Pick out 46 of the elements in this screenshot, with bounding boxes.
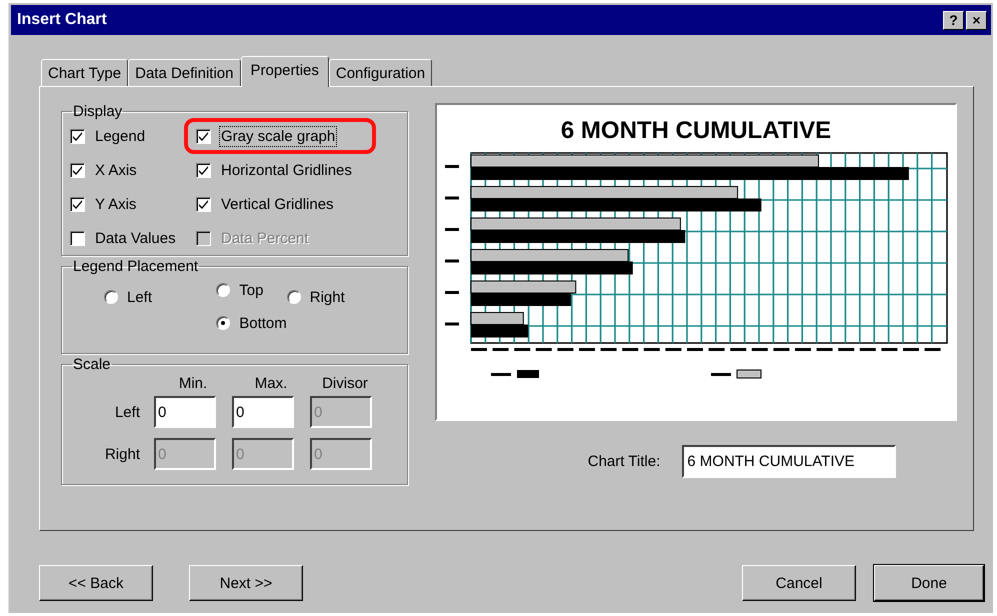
back-button[interactable]: << Back — [39, 565, 153, 601]
checkbox[interactable] — [70, 163, 85, 178]
checkbox[interactable] — [70, 129, 85, 144]
group-title: Legend Placement — [72, 258, 200, 275]
close-button[interactable]: × — [966, 10, 987, 30]
tab[interactable]: Configuration — [328, 59, 432, 86]
checkbox-label[interactable]: Gray scale graph — [219, 126, 338, 147]
checkbox-label[interactable]: Vertical Gridlines — [219, 194, 336, 215]
checkbox-label[interactable]: Legend — [93, 126, 148, 147]
checkbox-label[interactable]: Data Values — [93, 228, 178, 249]
row-label: Left — [114, 404, 141, 420]
input-field[interactable]: 0 — [232, 396, 294, 428]
done-button[interactable]: Done — [874, 565, 984, 601]
input-field[interactable]: 0 — [154, 396, 216, 428]
window-title: Insert Chart — [17, 11, 107, 29]
checkbox[interactable] — [70, 197, 85, 212]
cancel-button[interactable]: Cancel — [742, 565, 856, 601]
radio-button[interactable] — [216, 316, 230, 330]
checkbox[interactable] — [196, 197, 211, 212]
column-header: Divisor — [321, 375, 369, 392]
row-label: Right — [104, 446, 141, 462]
radio-label[interactable]: Top — [239, 282, 264, 298]
tab[interactable]: Chart Type — [41, 59, 128, 86]
radio-label[interactable]: Left — [127, 288, 152, 306]
help-button[interactable]: ? — [943, 10, 964, 30]
checkbox-label[interactable]: Horizontal Gridlines — [219, 160, 354, 181]
tab[interactable]: Data Definition — [128, 59, 240, 86]
radio-label[interactable]: Bottom — [239, 314, 287, 332]
radio-button[interactable] — [104, 290, 118, 304]
next-button[interactable]: Next >> — [189, 565, 303, 601]
radio-button[interactable] — [286, 290, 301, 304]
checkbox[interactable] — [70, 231, 85, 246]
checkbox[interactable] — [196, 163, 211, 178]
radio-label[interactable]: Right — [310, 288, 345, 306]
checkbox-label[interactable]: X Axis — [93, 160, 139, 181]
chart-title-field[interactable]: 6 MONTH CUMULATIVE — [682, 445, 896, 478]
group-title: Scale — [72, 356, 112, 373]
checkbox-label[interactable]: Y Axis — [93, 194, 138, 215]
group-title: Display — [72, 103, 124, 120]
checkbox[interactable] — [196, 129, 211, 144]
column-header: Max. — [254, 375, 288, 392]
column-header: Min. — [178, 375, 208, 392]
tab[interactable]: Properties — [240, 56, 329, 87]
chart-heading: 6 MONTH CUMULATIVE — [560, 117, 832, 145]
chart-title-label: Chart Title: — [588, 453, 660, 470]
radio-button[interactable] — [216, 283, 230, 297]
